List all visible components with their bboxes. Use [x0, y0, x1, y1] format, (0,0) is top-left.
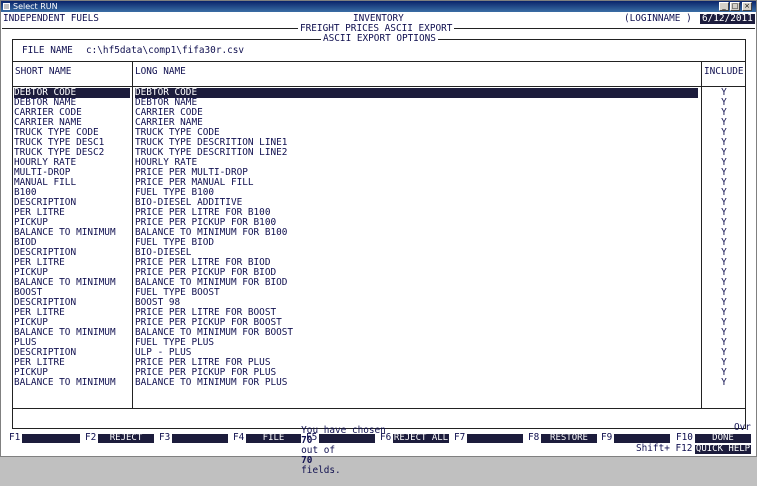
reject-all-button[interactable]: REJECT ALL [393, 434, 449, 443]
table-row[interactable]: DEBTOR NAME DEBTOR NAME Y [13, 98, 745, 108]
long-name: BALANCE TO MINIMUM FOR BOOST [135, 327, 294, 338]
fkey-f8-label: F8 [528, 432, 540, 443]
table-row[interactable]: TRUCK TYPE CODE TRUCK TYPE CODE Y [13, 128, 745, 138]
table-row[interactable]: DESCRIPTION ULP - PLUS Y [13, 348, 745, 358]
f5-button[interactable] [319, 434, 375, 443]
maximize-button[interactable]: □ [730, 2, 740, 11]
summary-suffix: fields. [301, 465, 341, 476]
app-icon [3, 3, 10, 10]
long-name: FUEL TYPE BIOD [135, 237, 215, 248]
long-name: BALANCE TO MINIMUM FOR PLUS [135, 377, 288, 388]
fkey-f3-label: F3 [159, 432, 171, 443]
table-row[interactable]: BALANCE TO MINIMUM BALANCE TO MINIMUM FOR… [13, 228, 745, 238]
fkey-f5-label: F5 [306, 432, 318, 443]
fkey-f9-label: F9 [601, 432, 613, 443]
table-row[interactable]: DEBTOR CODE DEBTOR CODE Y [13, 88, 745, 98]
fields-table: SHORT NAME LONG NAME INCLUDE DEBTOR CODE… [12, 61, 746, 476]
table-row[interactable]: PICKUP PRICE PER PICKUP FOR PLUS Y [13, 368, 745, 378]
fkey-f10-label: F10 [676, 432, 693, 443]
file-name-label: FILE NAME [22, 45, 73, 56]
long-name: CARRIER CODE [135, 107, 203, 118]
file-button[interactable]: FILE [246, 434, 301, 443]
table-row[interactable]: PLUS FUEL TYPE PLUS Y [13, 338, 745, 348]
application-window: Select RUN _ □ × INDEPENDENT FUELS INVEN… [0, 0, 757, 476]
table-row[interactable]: DESCRIPTION BOOST 98 Y [13, 298, 745, 308]
f7-button[interactable] [467, 434, 523, 443]
f3-button[interactable] [172, 434, 228, 443]
table-row[interactable]: B100 FUEL TYPE B100 Y [13, 188, 745, 198]
long-name: FUEL TYPE BOOST [135, 287, 220, 298]
column-header-short-name: SHORT NAME [15, 66, 72, 77]
fkey-f2-label: F2 [85, 432, 97, 443]
table-row[interactable]: PICKUP PRICE PER PICKUP FOR BIOD Y [13, 268, 745, 278]
table-row[interactable]: PER LITRE PRICE PER LITRE FOR B100 Y [13, 208, 745, 218]
fkey-f1-label: F1 [9, 432, 21, 443]
long-name: PRICE PER MANUAL FILL [135, 177, 254, 188]
table-row[interactable]: DESCRIPTION BIO-DIESEL ADDITIVE Y [13, 198, 745, 208]
table-row[interactable]: TRUCK TYPE DESC2 TRUCK TYPE DESCRITION LI… [13, 148, 745, 158]
table-row[interactable]: BALANCE TO MINIMUM BALANCE TO MINIMUM FOR… [13, 278, 745, 288]
table-row[interactable]: TRUCK TYPE DESC1 TRUCK TYPE DESCRITION LI… [13, 138, 745, 148]
table-row[interactable]: BIOD FUEL TYPE BIOD Y [13, 238, 745, 248]
quick-help-button[interactable]: QUICK HELP [695, 445, 751, 454]
table-row[interactable]: MULTI-DROP PRICE PER MULTI-DROP Y [13, 168, 745, 178]
fkey-f4-label: F4 [233, 432, 245, 443]
fkey-f7-label: F7 [454, 432, 466, 443]
fkey-shift-f12-label: Shift+ F12 [636, 443, 693, 454]
table-row[interactable]: PER LITRE PRICE PER LITRE FOR BOOST Y [13, 308, 745, 318]
terminal-screen: INDEPENDENT FUELS INVENTORY (LOGINNAME )… [2, 13, 755, 476]
table-row[interactable]: CARRIER CODE CARRIER CODE Y [13, 108, 745, 118]
overwrite-mode: Ovr [734, 422, 751, 433]
table-row[interactable]: CARRIER NAME CARRIER NAME Y [13, 118, 745, 128]
table-row[interactable]: MANUAL FILL PRICE PER MANUAL FILL Y [13, 178, 745, 188]
table-row[interactable]: PER LITRE PRICE PER LITRE FOR PLUS Y [13, 358, 745, 368]
window-title: Select RUN [13, 2, 58, 11]
table-row[interactable]: HOURLY RATE HOURLY RATE Y [13, 158, 745, 168]
section-title: ASCII EXPORT OPTIONS [321, 33, 438, 44]
table-row[interactable]: BALANCE TO MINIMUM BALANCE TO MINIMUM FOR… [13, 328, 745, 338]
column-header-long-name: LONG NAME [135, 66, 186, 77]
include-flag[interactable]: Y [716, 378, 732, 388]
table-row[interactable]: DESCRIPTION BIO-DIESEL Y [13, 248, 745, 258]
title-bar[interactable]: Select RUN _ □ × [1, 1, 756, 12]
column-header-include: INCLUDE [704, 66, 744, 77]
long-name: BALANCE TO MINIMUM FOR B100 [135, 227, 288, 238]
table-row[interactable]: PICKUP PRICE PER PICKUP FOR BOOST Y [13, 318, 745, 328]
company-name: INDEPENDENT FUELS [3, 13, 99, 24]
long-name: FUEL TYPE PLUS [135, 337, 215, 348]
restore-button[interactable]: RESTORE [541, 434, 597, 443]
close-button[interactable]: × [742, 2, 752, 11]
login-name: (LOGINNAME ) [624, 13, 692, 24]
table-row[interactable]: PICKUP PRICE PER PICKUP FOR B100 Y [13, 218, 745, 228]
file-name-input[interactable]: c:\hf5data\comp1\fifa30r.csv [86, 46, 244, 56]
short-name: BALANCE TO MINIMUM [14, 377, 116, 388]
f9-button[interactable] [614, 434, 670, 443]
function-key-bar: Ovr F1 F2 REJECT F3 F4 FILE F5 F6 REJECT… [2, 423, 755, 456]
minimize-button[interactable]: _ [719, 2, 729, 11]
fkey-f6-label: F6 [380, 432, 392, 443]
table-row[interactable]: BALANCE TO MINIMUM BALANCE TO MINIMUM FOR… [13, 378, 745, 388]
table-row[interactable]: BOOST FUEL TYPE BOOST Y [13, 288, 745, 298]
long-name: DEBTOR CODE [135, 88, 698, 98]
current-date: 6/12/2011 [700, 13, 755, 24]
long-name: DEBTOR NAME [135, 97, 198, 108]
reject-button[interactable]: REJECT [98, 434, 154, 443]
f1-button[interactable] [22, 434, 80, 443]
table-row[interactable]: PER LITRE PRICE PER LITRE FOR BIOD Y [13, 258, 745, 268]
long-name: TRUCK TYPE DESCRITION LINE2 [135, 147, 288, 158]
done-button[interactable]: DONE [695, 434, 751, 443]
